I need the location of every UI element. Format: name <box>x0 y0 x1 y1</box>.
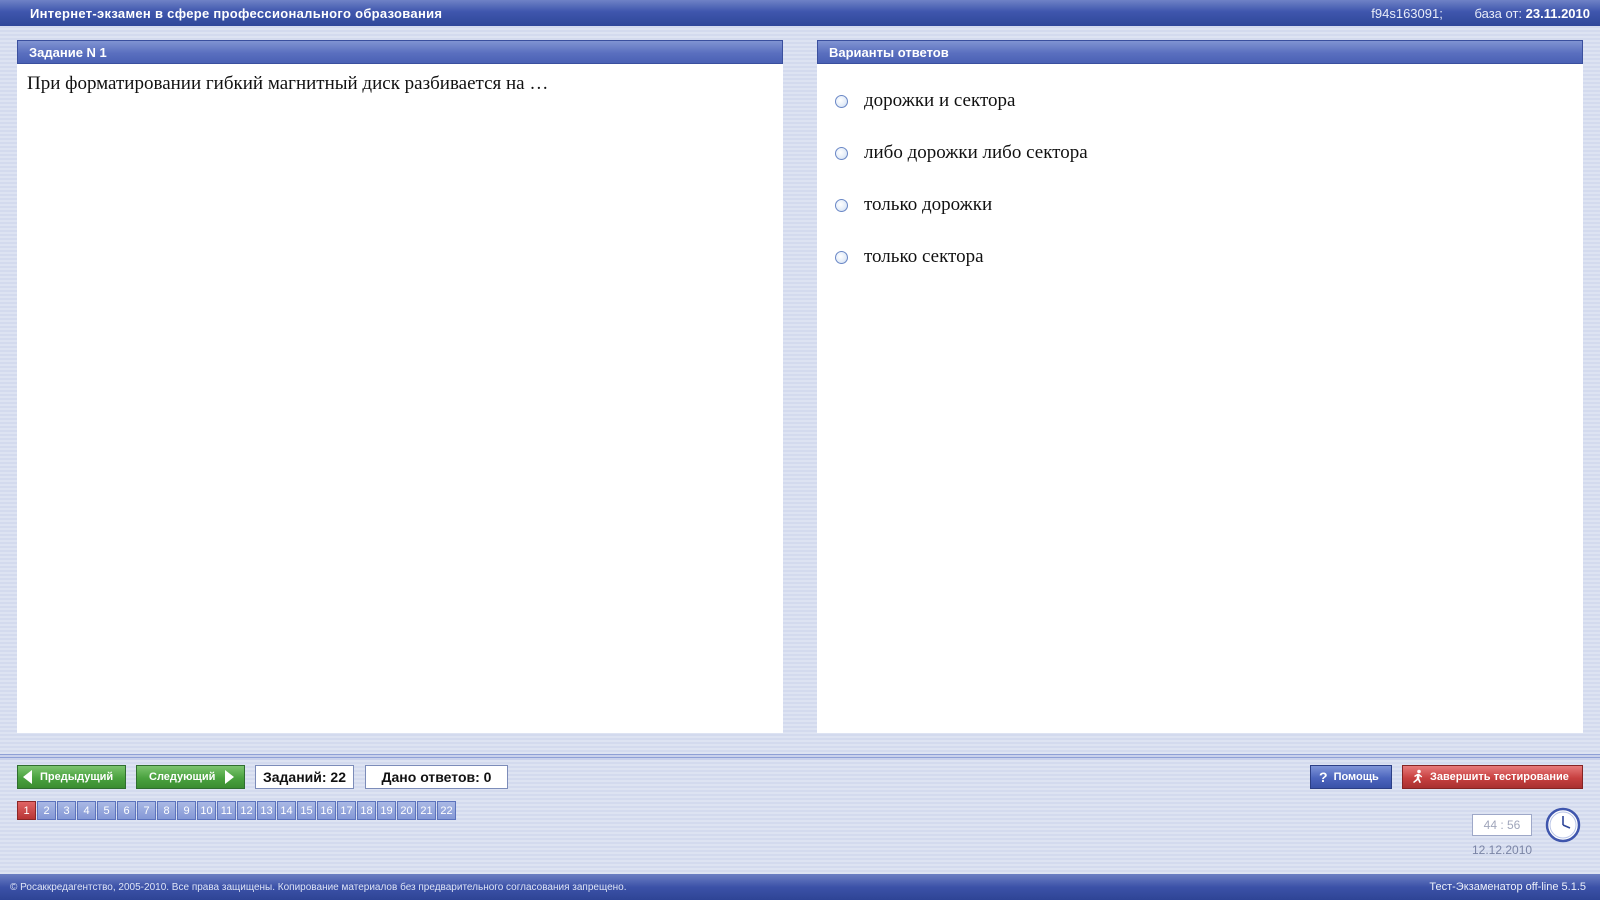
version-text: Тест-Экзаменатор off-line 5.1.5 <box>1429 881 1586 893</box>
answer-option-label[interactable]: только дорожки <box>864 194 992 216</box>
clock-icon <box>1545 807 1581 843</box>
question-icon: ? <box>1319 769 1328 785</box>
task-number-button[interactable]: 17 <box>337 801 356 820</box>
task-number-button[interactable]: 11 <box>217 801 236 820</box>
task-number-button[interactable]: 2 <box>37 801 56 820</box>
task-number-button[interactable]: 6 <box>117 801 136 820</box>
app-title: Интернет-экзамен в сфере профессионально… <box>30 6 443 21</box>
task-number-button[interactable]: 14 <box>277 801 296 820</box>
radio-icon[interactable] <box>835 146 848 160</box>
task-number-button[interactable]: 22 <box>437 801 456 820</box>
task-number-button[interactable]: 19 <box>377 801 396 820</box>
task-number-button[interactable]: 5 <box>97 801 116 820</box>
session-info: f94s163091; база от: 23.11.2010 <box>1371 6 1590 21</box>
base-label: база от: <box>1474 6 1523 21</box>
running-man-icon <box>1413 769 1423 783</box>
prev-button-label: Предыдущий <box>40 771 114 783</box>
timer-display: 44 : 56 <box>1472 814 1532 836</box>
radio-icon[interactable] <box>835 250 848 264</box>
finish-button[interactable]: Завершить тестирование <box>1402 765 1583 789</box>
question-text: При форматировании гибкий магнитный диск… <box>27 73 549 94</box>
help-button[interactable]: ? Помощь <box>1310 765 1392 789</box>
answer-option-label[interactable]: либо дорожки либо сектора <box>864 142 1088 164</box>
answer-option-4[interactable]: только сектора <box>835 245 984 269</box>
task-number-button[interactable]: 12 <box>237 801 256 820</box>
nav-divider <box>0 754 1600 760</box>
task-number-button[interactable]: 16 <box>317 801 336 820</box>
prev-button[interactable]: Предыдущий <box>17 765 126 789</box>
next-button-label: Следующий <box>149 771 216 783</box>
task-number-button[interactable]: 4 <box>77 801 96 820</box>
title-bar: Интернет-экзамен в сфере профессионально… <box>0 0 1600 26</box>
finish-button-label: Завершить тестирование <box>1430 771 1569 783</box>
task-navigator: 1 2 3 4 5 6 7 8 9 10 11 12 13 14 15 16 17 18 19 20 21 22 <box>17 801 457 820</box>
task-panel: Задание N 1 При форматировании гибкий ма… <box>17 40 783 733</box>
task-number-button[interactable]: 7 <box>137 801 156 820</box>
task-number-button[interactable]: 8 <box>157 801 176 820</box>
task-number-button[interactable]: 18 <box>357 801 376 820</box>
task-number-button[interactable]: 10 <box>197 801 216 820</box>
task-number-button[interactable]: 13 <box>257 801 276 820</box>
next-button[interactable]: Следующий <box>136 765 245 789</box>
task-number-button[interactable]: 3 <box>57 801 76 820</box>
task-number-button[interactable]: 15 <box>297 801 316 820</box>
task-panel-title: Задание N 1 <box>17 40 783 64</box>
task-number-button[interactable]: 1 <box>17 801 36 820</box>
exam-date: 12.12.2010 <box>1472 843 1533 857</box>
answer-option-label[interactable]: только сектора <box>864 246 984 268</box>
radio-icon[interactable] <box>835 94 848 108</box>
answers-counter: Дано ответов: 0 <box>365 765 508 789</box>
arrow-right-icon <box>225 770 235 784</box>
help-button-label: Помощь <box>1333 771 1379 783</box>
base-date: 23.11.2010 <box>1525 6 1590 21</box>
answer-option-2[interactable]: либо дорожки либо сектора <box>835 141 1088 165</box>
session-code: f94s163091; <box>1371 6 1443 21</box>
answer-option-label[interactable]: дорожки и сектора <box>864 90 1015 112</box>
tasks-counter: Заданий: 22 <box>255 765 354 789</box>
status-bar: © Росаккредагентство, 2005-2010. Все пра… <box>0 874 1600 900</box>
task-number-button[interactable]: 9 <box>177 801 196 820</box>
answers-panel: Варианты ответов дорожки и сектора либо … <box>817 40 1583 733</box>
answer-option-1[interactable]: дорожки и сектора <box>835 89 1015 113</box>
task-number-button[interactable]: 21 <box>417 801 436 820</box>
answers-panel-title: Варианты ответов <box>817 40 1583 64</box>
arrow-left-icon <box>23 770 32 784</box>
radio-icon[interactable] <box>835 198 848 212</box>
answer-option-3[interactable]: только дорожки <box>835 193 992 217</box>
task-number-button[interactable]: 20 <box>397 801 416 820</box>
copyright-text: © Росаккредагентство, 2005-2010. Все пра… <box>10 882 627 893</box>
